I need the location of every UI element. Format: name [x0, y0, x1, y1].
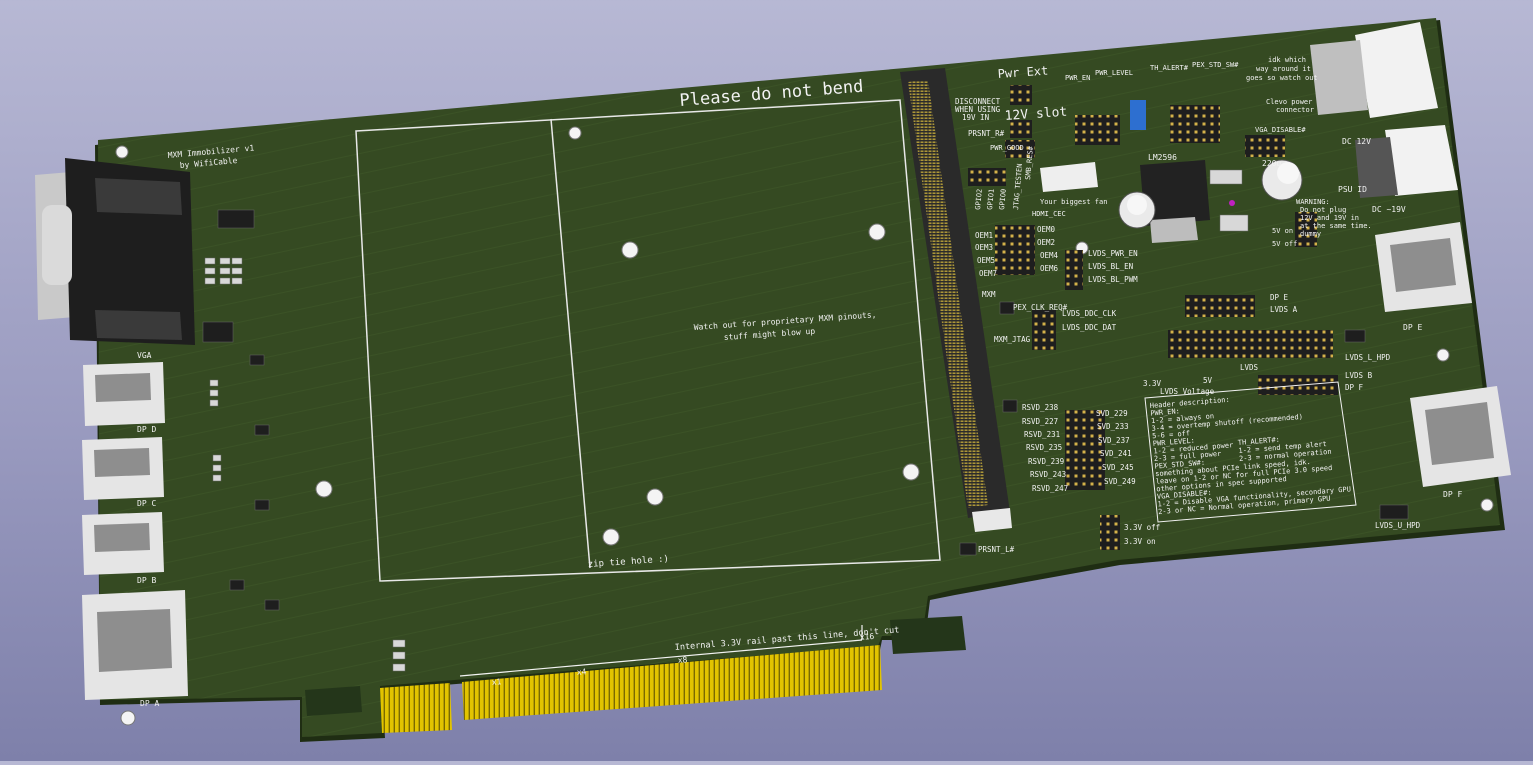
- port-dp-e-label: DP E: [1403, 323, 1422, 332]
- rsvd-235: RSVD_235: [1026, 443, 1062, 452]
- lvds-33v-label: 3.3V: [1143, 379, 1162, 388]
- rsvd-239: RSVD_239: [1028, 457, 1064, 466]
- warn-line4: dummy: [1300, 230, 1321, 238]
- warn-line1: Do not plug: [1300, 206, 1346, 214]
- port-dp-f-label: DP F: [1443, 490, 1462, 499]
- clevo-note-4: Clevo power: [1266, 98, 1312, 106]
- oem0-label: OEM0: [1037, 225, 1056, 234]
- psu-id-label: PSU ID: [1338, 185, 1367, 194]
- lvds-5v-label: 5V: [1203, 376, 1213, 385]
- dp-e-arrow-label: DP E: [1270, 293, 1289, 302]
- dc-19v-label: DC ~19V: [1372, 205, 1406, 214]
- port-vga-label: VGA: [137, 351, 152, 360]
- pcb-board-render: MXM Immobilizer v1 by WifiCable Please d…: [35, 18, 1511, 742]
- prsnt-l-label: PRSNT_L#: [978, 545, 1015, 554]
- v33-on-label: 3.3V on: [1124, 537, 1156, 546]
- warn-title: WARNING:: [1296, 198, 1330, 206]
- port-dp-d-label: DP D: [137, 425, 156, 434]
- dc-12v-label: DC 12V: [1342, 137, 1371, 146]
- rsvd-227: RSVD_227: [1022, 417, 1058, 426]
- rsvd-231: RSVD_231: [1024, 430, 1060, 439]
- lm2596-label: LM2596: [1148, 153, 1177, 162]
- header-vga-disable: VGA_DISABLE#: [1255, 126, 1306, 134]
- port-dp-a-label: DP A: [140, 699, 159, 708]
- svd-229: SVD_229: [1096, 409, 1128, 418]
- lane-x16: x16: [859, 632, 874, 642]
- dp-b-connector: [82, 512, 164, 575]
- oem3-label: OEM3: [975, 243, 993, 252]
- dp-a-connector: [82, 590, 188, 700]
- oem1-label: OEM1: [975, 231, 993, 240]
- clevo-note-1: idk which: [1268, 56, 1306, 64]
- oem2-label: OEM2: [1037, 238, 1055, 247]
- fan-label: Your biggest fan: [1040, 198, 1107, 206]
- header-pwr-en: PWR_EN: [1065, 74, 1090, 82]
- mxm-jtag-label: MXM_JTAG: [994, 335, 1031, 344]
- dp-d-connector: [83, 362, 165, 426]
- header-th-alert: TH_ALERT#: [1150, 64, 1189, 72]
- signal-prsnt-r: PRSNT_R#: [968, 129, 1005, 138]
- lvds-l-hpd-label: LVDS_L_HPD: [1345, 353, 1391, 362]
- lvds-main-label: LVDS: [1240, 363, 1259, 372]
- pcb-render-viewport: MXM Immobilizer v1 by WifiCable Please d…: [0, 0, 1533, 761]
- oem6-label: OEM6: [1040, 264, 1059, 273]
- disconnect-line3: 19V IN: [962, 113, 989, 122]
- signal-pwr-good: PWR_GOOD: [990, 144, 1024, 152]
- svd-245: SVD_245: [1102, 463, 1134, 472]
- rsvd-247: RSVD_247: [1032, 484, 1068, 493]
- lvds-ddc-dat-label: LVDS_DDC_DAT: [1062, 323, 1117, 332]
- svd-233: SVD_233: [1097, 422, 1129, 431]
- port-dp-c-label: DP C: [137, 499, 156, 508]
- cap-220u-label: 220u: [1262, 159, 1281, 168]
- lane-x8: x8: [677, 655, 687, 665]
- vga-connector: [35, 158, 195, 345]
- lvds-ddc-clk-label: LVDS_DDC_CLK: [1062, 309, 1117, 318]
- v5-on-label: 5V on: [1272, 227, 1293, 235]
- clevo-note-3: goes so watch out: [1246, 74, 1318, 82]
- lane-x1: x1: [491, 677, 501, 687]
- lvds-a-label: LVDS A: [1270, 305, 1298, 314]
- lvds-u-hpd-label: LVDS_U_HPD: [1375, 521, 1421, 530]
- lvds-pwr-en-label: LVDS_PWR_EN: [1088, 249, 1138, 258]
- pex-clk-req-label: PEX_CLK_REQ#: [1013, 303, 1068, 312]
- port-dp-b-label: DP B: [137, 576, 156, 585]
- svd-249: SVD_249: [1104, 477, 1136, 486]
- clevo-note-2: way around it: [1256, 65, 1311, 73]
- warn-line2: 12V and 19V in: [1300, 214, 1359, 222]
- oem5-label: OEM5: [977, 256, 995, 265]
- lane-x4: x4: [576, 667, 586, 677]
- warn-line3: at the same time.: [1300, 222, 1372, 230]
- lvds-bl-en-label: LVDS_BL_EN: [1088, 262, 1133, 271]
- svd-237: SVD_237: [1098, 436, 1130, 445]
- v33-off-label: 3.3V off: [1124, 523, 1160, 532]
- header-pex-std: PEX_STD_SW#: [1192, 61, 1239, 69]
- lvds-bl-pwm-label: LVDS_BL_PWM: [1088, 275, 1138, 284]
- dp-f-arrow-label: DP F: [1345, 383, 1364, 392]
- rsvd-238: RSVD_238: [1022, 403, 1059, 412]
- lvds-b-label: LVDS B: [1345, 371, 1373, 380]
- signal-hdmi-cec: HDMI_CEC: [1032, 210, 1066, 218]
- oem7-label: OEM7: [979, 269, 997, 278]
- mxm-label: MXM: [982, 290, 996, 299]
- rsvd-243: RSVD_243: [1030, 470, 1066, 479]
- dp-c-connector: [82, 437, 164, 500]
- oem4-label: OEM4: [1040, 251, 1059, 260]
- clevo-note-5: connector: [1276, 106, 1314, 114]
- v5-off-label: 5V off: [1272, 240, 1297, 248]
- header-pwr-level: PWR_LEVEL: [1095, 69, 1133, 77]
- svd-241: SVD_241: [1100, 449, 1132, 458]
